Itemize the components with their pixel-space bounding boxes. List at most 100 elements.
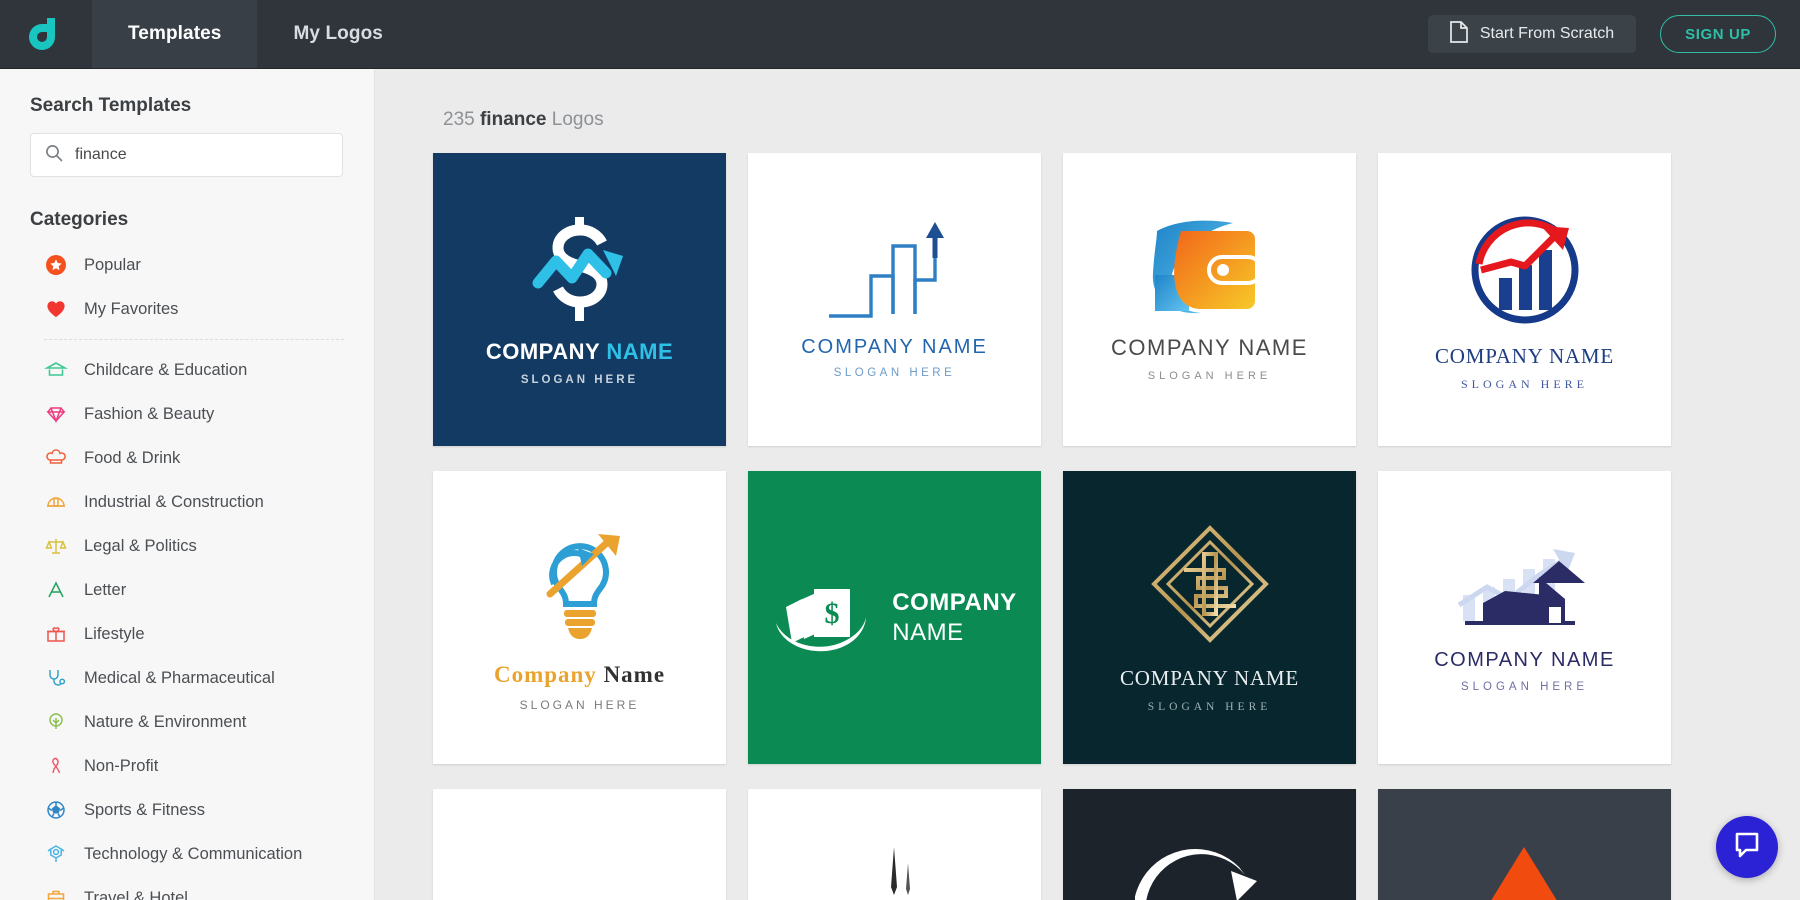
card-company-name: COMPANY NAME <box>892 588 1016 648</box>
sidebar-item-label: Medical & Pharmaceutical <box>84 668 275 687</box>
lightbulb-growth-arrows-icon <box>528 524 632 644</box>
sidebar-item-popular[interactable]: Popular <box>0 243 374 287</box>
sidebar-item-label: Fashion & Beauty <box>84 404 215 423</box>
sidebar-item-label: Non-Profit <box>84 756 159 775</box>
template-card-row3-2[interactable] <box>748 789 1041 900</box>
stethoscope-icon <box>44 666 68 690</box>
template-card-lightbulb-arrow[interactable]: Company Name SLOGAN HERE <box>433 471 726 764</box>
scales-icon <box>44 534 68 558</box>
sidebar-divider <box>44 339 344 340</box>
category-list: Popular My Favorites Childcare & Educati… <box>0 243 374 900</box>
document-icon <box>1450 20 1468 48</box>
sidebar: Search Templates Categories Popular My F… <box>0 69 375 900</box>
sidebar-item-popular-label: Popular <box>84 255 141 274</box>
brand-logo[interactable] <box>0 0 92 68</box>
sidebar-item-non-profit[interactable]: Non-Profit <box>0 744 374 788</box>
house-with-growth-chart-icon <box>1445 543 1605 635</box>
designevo-logo-icon <box>25 13 67 55</box>
start-from-scratch-label: Start From Scratch <box>1479 25 1615 42</box>
results-summary: 235 finance Logos <box>443 109 1800 131</box>
card-slogan: SLOGAN HERE <box>1147 370 1272 382</box>
line-bar-chart-arrow-icon <box>827 220 963 324</box>
categories-title: Categories <box>30 209 129 230</box>
template-card-dollar-chart[interactable]: COMPANY NAME SLOGAN HERE <box>433 153 726 446</box>
awareness-ribbon-icon <box>44 754 68 778</box>
sidebar-item-technology-communication[interactable]: Technology & Communication <box>0 832 374 876</box>
gold-diamond-s-monogram-icon <box>1148 522 1272 646</box>
sidebar-item-label: Nature & Environment <box>84 712 247 731</box>
sidebar-item-childcare-education[interactable]: Childcare & Education <box>0 348 374 392</box>
card-company-name: COMPANY NAME <box>1111 335 1308 360</box>
sidebar-item-label: Letter <box>84 580 127 599</box>
tab-my-logos-label: My Logos <box>293 23 383 44</box>
gift-icon <box>44 622 68 646</box>
card-slogan: SLOGAN HERE <box>1460 680 1589 693</box>
template-card-circle-bars-arrow[interactable]: COMPANY NAME SLOGAN HERE <box>1378 153 1671 446</box>
search-box[interactable] <box>30 133 343 177</box>
search-input[interactable] <box>75 146 328 164</box>
sidebar-item-my-favorites[interactable]: My Favorites <box>0 287 374 331</box>
search-templates-title: Search Templates <box>30 95 192 116</box>
card-company-line2: NAME <box>892 618 964 646</box>
card-company-line1: COMPANY <box>892 588 1017 616</box>
card-slogan: SLOGAN HERE <box>519 697 640 712</box>
card-company-name: COMPANY NAME <box>485 339 674 364</box>
top-navigation-bar: Templates My Logos Start From Scratch SI… <box>0 0 1800 69</box>
card-company-name: COMPANY NAME <box>1434 648 1615 671</box>
sidebar-item-travel-hotel[interactable]: Travel & Hotel <box>0 876 374 900</box>
orange-arrow-mark-icon <box>1450 829 1600 900</box>
sidebar-item-label: Technology & Communication <box>84 844 303 863</box>
template-card-real-estate-chart[interactable]: COMPANY NAME SLOGAN HERE <box>1378 471 1671 764</box>
template-card-row3-3[interactable] <box>1063 789 1356 900</box>
sidebar-item-food-drink[interactable]: Food & Drink <box>0 436 374 480</box>
result-count: 235 <box>443 109 475 130</box>
sidebar-item-nature-environment[interactable]: Nature & Environment <box>0 700 374 744</box>
luggage-icon <box>44 886 68 900</box>
white-swoosh-arrow-icon <box>1134 831 1285 900</box>
sidebar-item-label: Childcare & Education <box>84 360 248 379</box>
main-content: 235 finance Logos COMPANY NAME SLOGAN HE… <box>375 69 1800 900</box>
sidebar-item-industrial-construction[interactable]: Industrial & Construction <box>0 480 374 524</box>
graduation-cap-icon <box>44 358 68 382</box>
hexagon-tech-icon <box>44 842 68 866</box>
chat-support-button[interactable] <box>1716 816 1778 878</box>
sign-up-label: SIGN UP <box>1685 25 1751 43</box>
card-slogan: SLOGAN HERE <box>520 374 639 386</box>
sidebar-item-lifestyle[interactable]: Lifestyle <box>0 612 374 656</box>
template-card-bar-steps-arrow[interactable]: COMPANY NAME SLOGAN HERE <box>748 153 1041 446</box>
sign-up-button[interactable]: SIGN UP <box>1660 15 1776 53</box>
sidebar-item-label: Food & Drink <box>84 448 181 467</box>
template-card-row3-1[interactable] <box>433 789 726 900</box>
sidebar-item-fashion-beauty[interactable]: Fashion & Beauty <box>0 392 374 436</box>
template-card-row3-4[interactable] <box>1378 789 1671 900</box>
result-keyword: finance <box>479 109 547 130</box>
card-slogan: SLOGAN HERE <box>1461 376 1588 391</box>
card-company-name: Company Name <box>493 661 666 687</box>
template-card-wallet[interactable]: COMPANY NAME SLOGAN HERE <box>1063 153 1356 446</box>
sidebar-item-label: Sports & Fitness <box>84 800 206 819</box>
tab-my-logos[interactable]: My Logos <box>257 0 418 68</box>
template-card-diamond-s-monogram[interactable]: COMPANY NAME SLOGAN HERE <box>1063 471 1356 764</box>
tree-icon <box>44 710 68 734</box>
tab-templates[interactable]: Templates <box>92 0 258 68</box>
sidebar-item-sports-fitness[interactable]: Sports & Fitness <box>0 788 374 832</box>
dollar-sign-growth-arrow-icon <box>520 213 640 325</box>
letter-a-icon <box>44 578 68 602</box>
tab-templates-label: Templates <box>128 23 222 44</box>
sidebar-item-medical-pharmaceutical[interactable]: Medical & Pharmaceutical <box>0 656 374 700</box>
search-icon <box>45 144 63 167</box>
start-from-scratch-button[interactable]: Start From Scratch <box>1427 15 1637 53</box>
orange-blue-wallet-icon <box>1149 217 1271 321</box>
template-card-cash-money[interactable]: $ COMPANY NAME <box>748 471 1041 764</box>
svg-text:$: $ <box>825 597 840 630</box>
soccer-ball-icon <box>44 798 68 822</box>
dollar-banknotes-icon: $ <box>772 571 876 665</box>
card-company-name: COMPANY NAME <box>1120 666 1299 690</box>
sidebar-item-letter[interactable]: Letter <box>0 568 374 612</box>
card-slogan: SLOGAN HERE <box>1147 701 1272 713</box>
partially-visible-mark-icon <box>860 841 930 900</box>
hard-hat-icon <box>44 490 68 514</box>
sidebar-item-label: Lifestyle <box>84 624 145 643</box>
sidebar-item-legal-politics[interactable]: Legal & Politics <box>0 524 374 568</box>
